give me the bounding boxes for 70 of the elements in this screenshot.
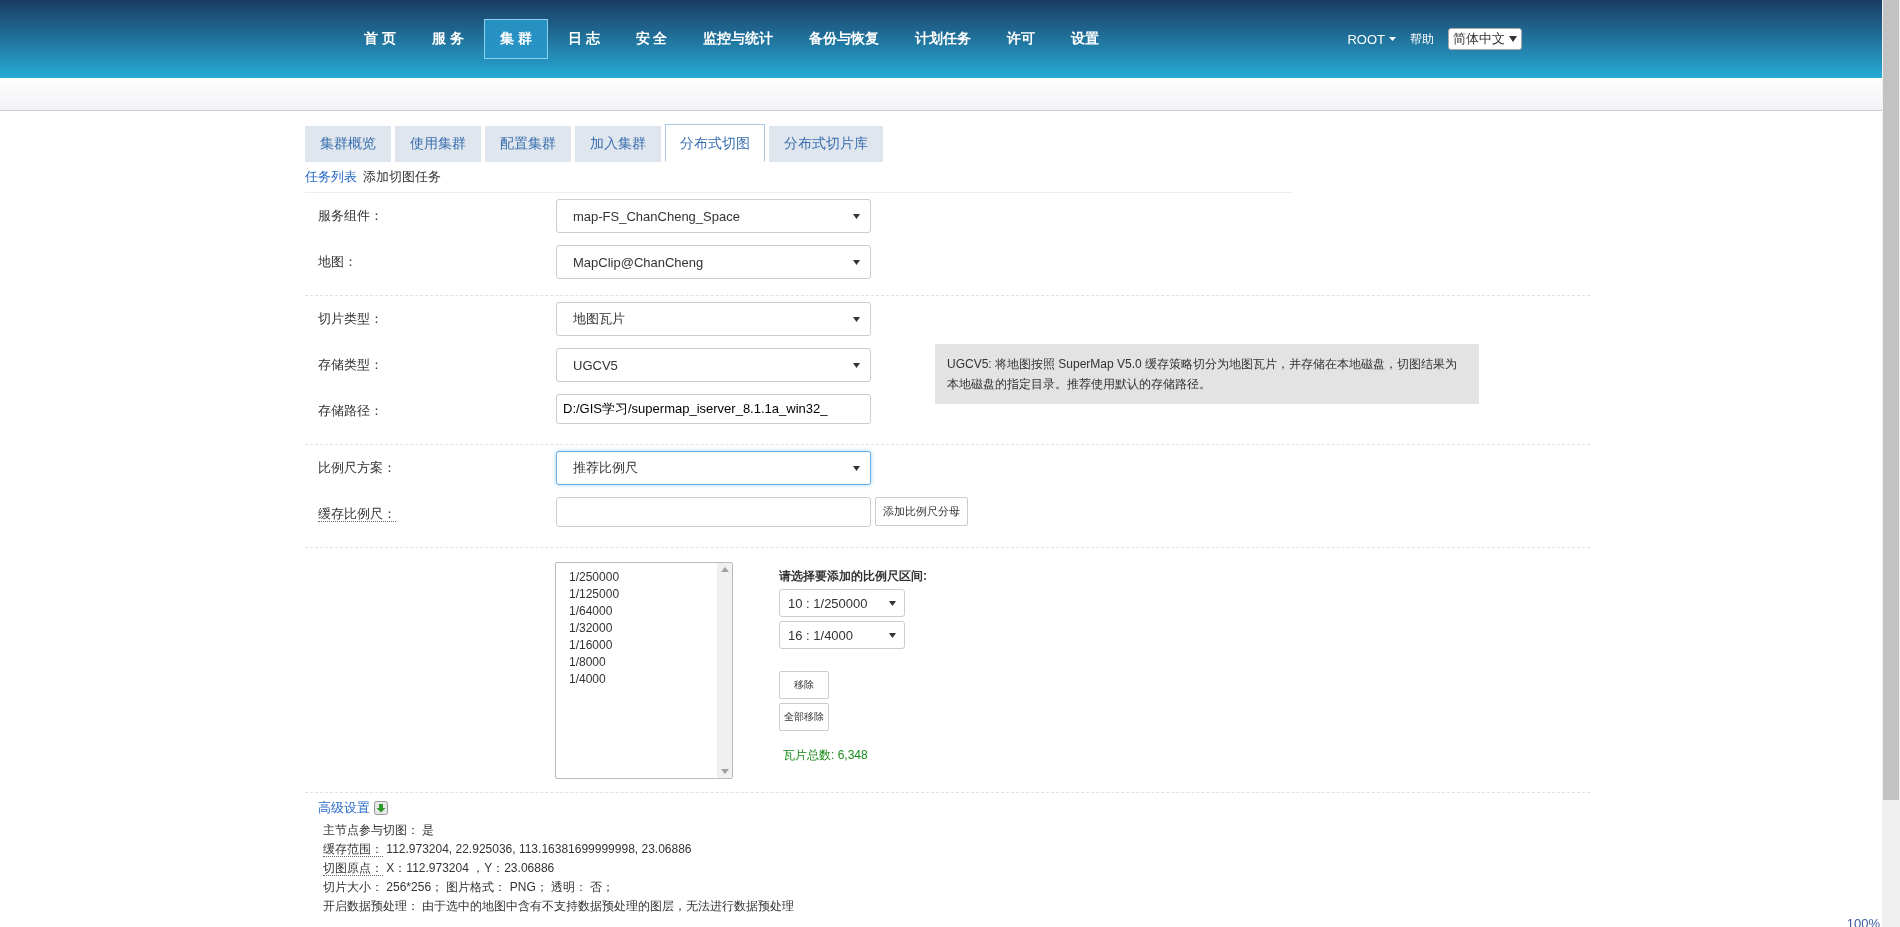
- caret-icon: [1389, 37, 1396, 41]
- field-label: 存储路径：: [318, 403, 383, 418]
- nav-item[interactable]: 备份与恢复: [793, 19, 896, 59]
- info-line: 缓存范围： 112.973204, 22.925036, 113.16381699999998, 23.06886: [323, 841, 693, 859]
- input-field[interactable]: [556, 497, 871, 527]
- caret-icon: [1509, 36, 1517, 42]
- nav-item[interactable]: 许可: [991, 19, 1052, 59]
- nav-item[interactable]: 计划任务: [899, 19, 988, 59]
- info-line: 切图原点： X：112.973204 ，Y：23.06886: [323, 860, 556, 878]
- advanced-settings-link[interactable]: 高级设置: [318, 799, 370, 817]
- tab[interactable]: 集群概览: [305, 126, 391, 162]
- nav-item[interactable]: 集 群: [483, 19, 548, 59]
- list-option[interactable]: 1/125000: [569, 586, 704, 603]
- caret-icon: [853, 213, 860, 219]
- info-line: 切片大小： 256*256； 图片格式： PNG； 透明： 否；: [323, 879, 616, 896]
- field-label: 存储类型：: [318, 357, 383, 372]
- caret-icon: [853, 362, 860, 368]
- user-menu[interactable]: ROOT: [1347, 31, 1396, 47]
- scroll-up-icon[interactable]: [720, 567, 729, 572]
- caret-icon: [853, 259, 860, 265]
- scale-listbox[interactable]: 1/250000 1/125000 1/64000 1/32000 1/16000 1/8000 1/4000: [555, 562, 733, 779]
- field-label: 比例尺方案：: [318, 460, 396, 475]
- field-label: 缓存比例尺：: [318, 506, 396, 522]
- download-arrow-icon[interactable]: [374, 801, 388, 815]
- nav-item[interactable]: 服 务: [415, 19, 480, 59]
- info-line: 开启数据预处理： 由于选中的地图中含有不支持数据预处理的图层，无法进行数据预处理: [323, 898, 796, 915]
- dropdown[interactable]: MapClip@ChanCheng: [556, 245, 871, 279]
- nav-item[interactable]: 设置: [1055, 19, 1116, 59]
- list-option[interactable]: 1/64000: [569, 603, 704, 620]
- tab[interactable]: 加入集群: [575, 126, 661, 162]
- caret-icon: [853, 465, 860, 471]
- caret-icon: [889, 600, 896, 606]
- tab[interactable]: 使用集群: [395, 126, 481, 162]
- scrollbar[interactable]: [1882, 0, 1900, 927]
- list-option[interactable]: 1/16000: [569, 637, 704, 654]
- caret-icon: [853, 316, 860, 322]
- field-label: 地图：: [318, 254, 357, 269]
- tab[interactable]: 配置集群: [485, 126, 571, 162]
- list-option[interactable]: 1/4000: [569, 671, 704, 688]
- caret-icon: [889, 632, 896, 638]
- remove-button[interactable]: 全部移除: [779, 703, 829, 731]
- dropdown[interactable]: map-FS_ChanCheng_Space: [556, 199, 871, 233]
- add-button[interactable]: 添加比例尺分母: [875, 497, 968, 526]
- dropdown[interactable]: 地图瓦片: [556, 302, 871, 336]
- language-select[interactable]: 简体中文: [1448, 28, 1522, 50]
- breadcrumb-current: 添加切图任务: [363, 168, 441, 186]
- nav-item[interactable]: 首 页: [348, 19, 412, 59]
- list-option[interactable]: 1/250000: [569, 569, 704, 586]
- dropdown[interactable]: 推荐比例尺: [556, 451, 871, 485]
- breadcrumb-link[interactable]: 任务列表: [305, 168, 357, 186]
- range-title: 请选择要添加的比例尺区间:: [779, 568, 927, 585]
- dropdown[interactable]: 16 : 1/4000: [779, 621, 905, 649]
- tile-total: 瓦片总数: 6,348: [782, 747, 869, 764]
- tab[interactable]: 分布式切片库: [769, 126, 883, 162]
- nav-item[interactable]: 监控与统计: [687, 19, 790, 59]
- dropdown[interactable]: 10 : 1/250000: [779, 589, 905, 617]
- dropdown[interactable]: UGCV5: [556, 348, 871, 382]
- help-link[interactable]: 帮助: [1410, 30, 1434, 48]
- input-field[interactable]: D:/GIS学习/supermap_iserver_8.1.1a_win32_: [556, 394, 871, 424]
- info-note: UGCV5: 将地图按照 SuperMap V5.0 缓存策略切分为地图瓦片，并存储在本地磁盘，切图结果为本地磁盘的指定目录。推荐使用默认的存储路径。: [935, 344, 1479, 404]
- remove-button[interactable]: 移除: [779, 671, 829, 699]
- list-option[interactable]: 1/8000: [569, 654, 704, 671]
- nav-item[interactable]: 安 全: [619, 19, 684, 59]
- info-line: 主节点参与切图： 是: [323, 822, 436, 839]
- list-option[interactable]: 1/32000: [569, 620, 704, 637]
- scroll-down-icon[interactable]: [720, 769, 729, 774]
- field-label: 服务组件：: [318, 208, 383, 223]
- field-label: 切片类型：: [318, 311, 383, 326]
- tab[interactable]: 分布式切图: [665, 124, 765, 162]
- nav-item[interactable]: 日 志: [551, 19, 616, 59]
